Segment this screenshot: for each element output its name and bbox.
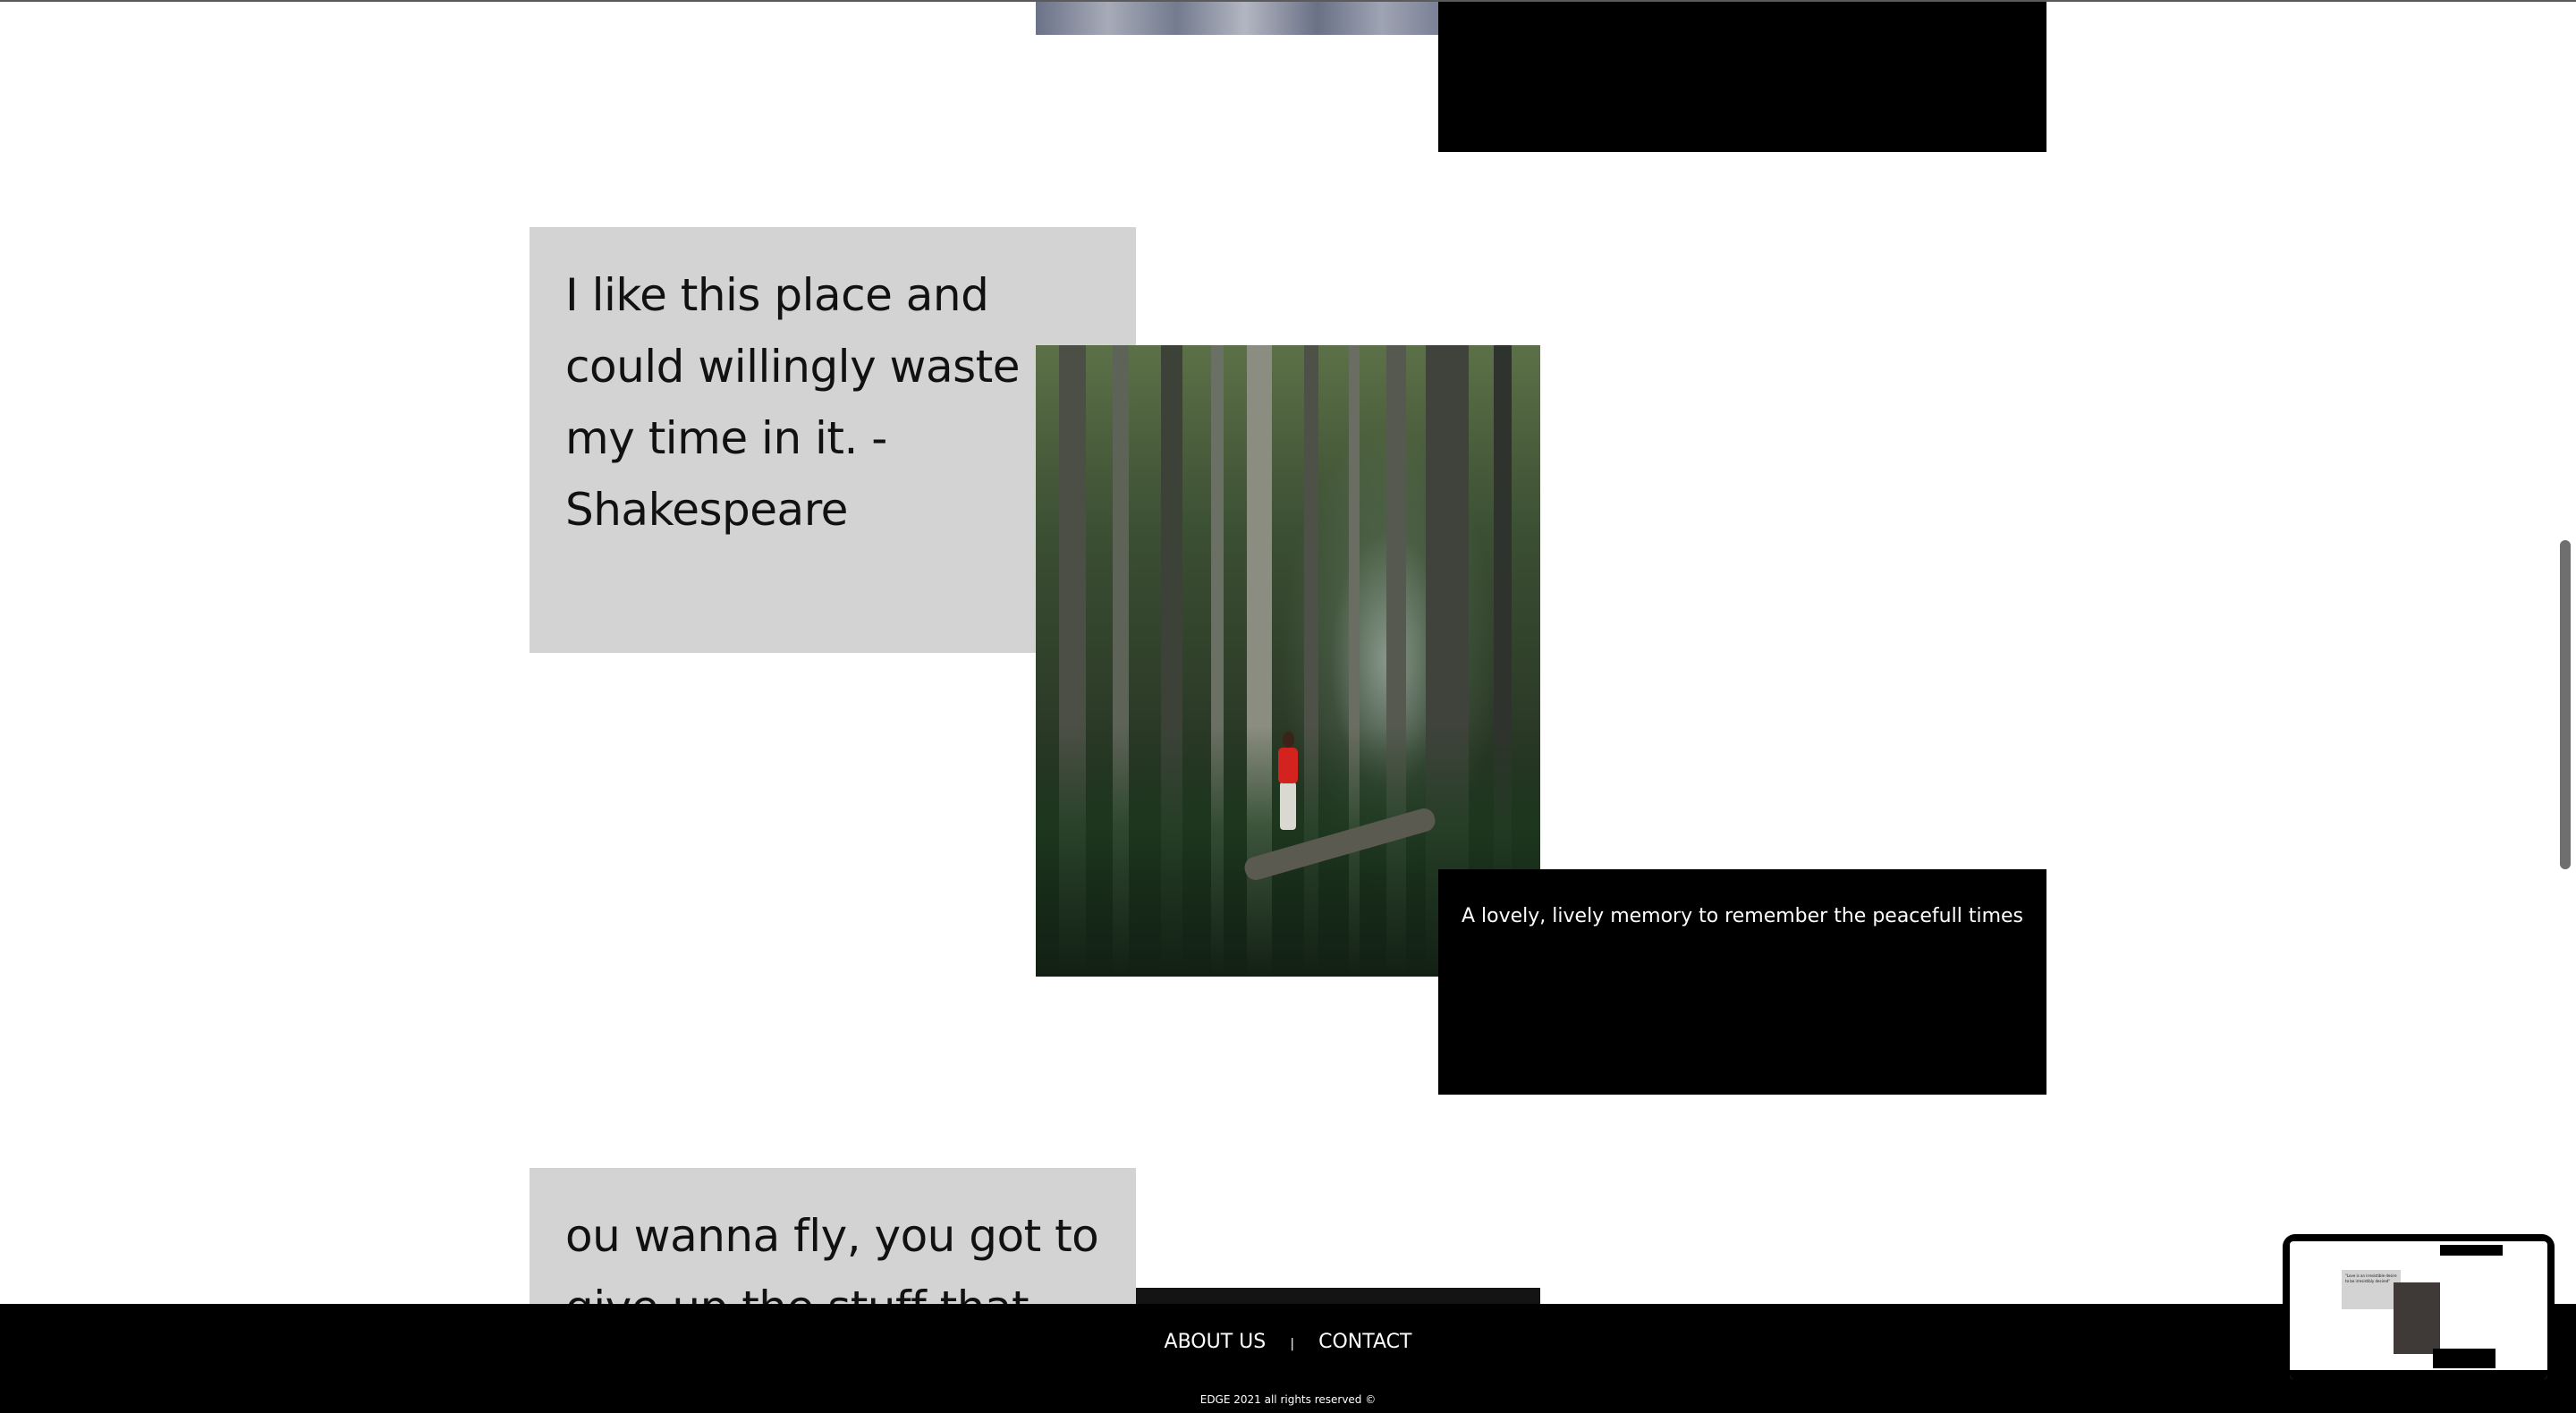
contact-link[interactable]: CONTACT bbox=[1306, 1331, 1424, 1353]
caption-box: A lovely, lively memory to remember the … bbox=[1438, 869, 2046, 1095]
previous-caption-box bbox=[1438, 2, 2046, 152]
person-head bbox=[1283, 732, 1294, 748]
previous-photo bbox=[1036, 2, 1438, 35]
copyright-text: EDGE 2021 all rights reserved © bbox=[1199, 1393, 1377, 1406]
page: I like this place and could willingly wa… bbox=[0, 0, 2576, 1413]
screen-preview-thumbnail[interactable]: "Love is an irresistible desire to be ir… bbox=[2283, 1234, 2555, 1386]
preview-caption-box bbox=[2440, 1245, 2503, 1256]
quote-text: I like this place and could willingly wa… bbox=[565, 269, 1021, 536]
preview-quote-text: "Love is an irresistible desire to be ir… bbox=[2345, 1273, 2397, 1283]
person-shirt bbox=[1278, 748, 1298, 783]
preview-quote-card: "Love is an irresistible desire to be ir… bbox=[2342, 1270, 2401, 1309]
about-us-link[interactable]: ABOUT US bbox=[1152, 1331, 1279, 1353]
preview-footer bbox=[2290, 1370, 2547, 1379]
caption-text: A lovely, lively memory to remember the … bbox=[1462, 905, 2023, 927]
preview-photo bbox=[2394, 1282, 2440, 1354]
preview-caption-box bbox=[2433, 1349, 2496, 1368]
person-legs bbox=[1280, 782, 1296, 830]
scrollbar-thumb[interactable] bbox=[2560, 540, 2571, 869]
footer-separator: | bbox=[1290, 1336, 1295, 1351]
footer-nav: ABOUT US | CONTACT bbox=[0, 1331, 2576, 1353]
preview-screen: "Love is an irresistible desire to be ir… bbox=[2290, 1241, 2547, 1379]
footer: ABOUT US | CONTACT EDGE 2021 all rights … bbox=[0, 1304, 2576, 1413]
